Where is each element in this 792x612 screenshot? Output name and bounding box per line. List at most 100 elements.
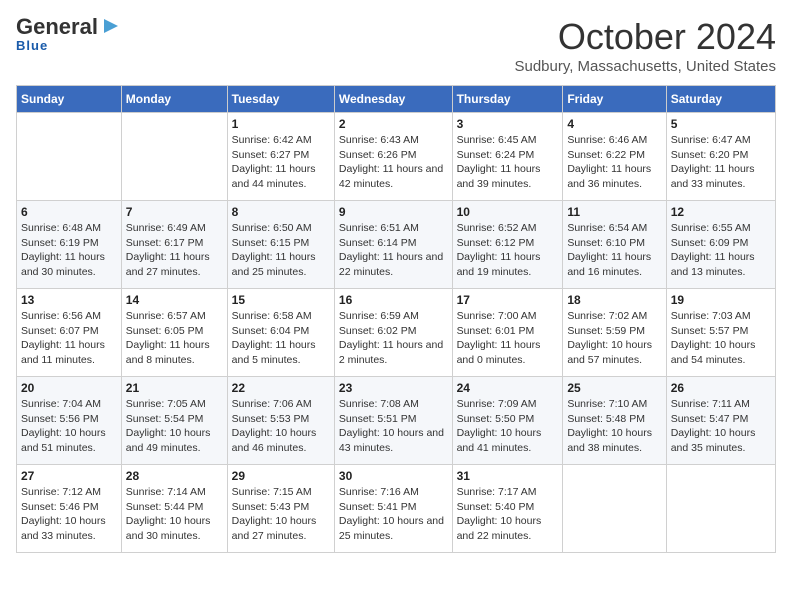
day-number: 20: [21, 381, 117, 395]
day-number: 9: [339, 205, 448, 219]
calendar-cell: 15Sunrise: 6:58 AMSunset: 6:04 PMDayligh…: [227, 289, 334, 377]
day-info: Sunrise: 6:57 AMSunset: 6:05 PMDaylight:…: [126, 309, 223, 368]
calendar-week-row: 1 Sunrise: 6:42 AMSunset: 6:27 PMDaylight…: [17, 113, 776, 201]
day-info: Sunrise: 7:03 AMSunset: 5:57 PMDaylight:…: [671, 309, 771, 368]
calendar-cell: 16 Sunrise: 6:59 AMSunset: 6:02 PMDayligh…: [334, 289, 452, 377]
day-number: 16: [339, 293, 448, 307]
day-number: 31: [457, 469, 559, 483]
day-info: Sunrise: 7:16 AMSunset: 5:41 PMDaylight:…: [339, 485, 448, 544]
day-info: Sunrise: 6:52 AMSunset: 6:12 PMDaylight:…: [457, 221, 559, 280]
calendar-cell: 11 Sunrise: 6:54 AMSunset: 6:10 PMDayligh…: [563, 201, 666, 289]
weekday-header-thursday: Thursday: [452, 86, 563, 113]
day-number: 10: [457, 205, 559, 219]
logo-general: General: [16, 16, 98, 38]
day-info: Sunrise: 6:47 AMSunset: 6:20 PMDaylight:…: [671, 133, 771, 192]
day-info: Sunrise: 7:17 AMSunset: 5:40 PMDaylight:…: [457, 485, 559, 544]
calendar-cell: 21 Sunrise: 7:05 AMSunset: 5:54 PMDayligh…: [121, 377, 227, 465]
day-info: Sunrise: 7:05 AMSunset: 5:54 PMDaylight:…: [126, 397, 223, 456]
day-info: Sunrise: 6:48 AMSunset: 6:19 PMDaylight:…: [21, 221, 117, 280]
day-number: 8: [232, 205, 330, 219]
calendar-table: SundayMondayTuesdayWednesdayThursdayFrid…: [16, 85, 776, 553]
calendar-cell: 9 Sunrise: 6:51 AMSunset: 6:14 PMDaylight…: [334, 201, 452, 289]
calendar-cell: 6 Sunrise: 6:48 AMSunset: 6:19 PMDaylight…: [17, 201, 122, 289]
calendar-cell: 12Sunrise: 6:55 AMSunset: 6:09 PMDayligh…: [666, 201, 775, 289]
calendar-cell: 18 Sunrise: 7:02 AMSunset: 5:59 PMDayligh…: [563, 289, 666, 377]
calendar-cell: 31 Sunrise: 7:17 AMSunset: 5:40 PMDayligh…: [452, 465, 563, 553]
calendar-cell: 17 Sunrise: 7:00 AMSunset: 6:01 PMDayligh…: [452, 289, 563, 377]
header: General Blue October 2024 Sudbury, Massa…: [16, 16, 776, 75]
weekday-header-friday: Friday: [563, 86, 666, 113]
day-number: 22: [232, 381, 330, 395]
calendar-week-row: 6 Sunrise: 6:48 AMSunset: 6:19 PMDaylight…: [17, 201, 776, 289]
day-info: Sunrise: 7:02 AMSunset: 5:59 PMDaylight:…: [567, 309, 661, 368]
calendar-cell: 7 Sunrise: 6:49 AMSunset: 6:17 PMDaylight…: [121, 201, 227, 289]
calendar-cell: [121, 113, 227, 201]
day-info: Sunrise: 6:59 AMSunset: 6:02 PMDaylight:…: [339, 309, 448, 368]
weekday-header-wednesday: Wednesday: [334, 86, 452, 113]
day-info: Sunrise: 7:00 AMSunset: 6:01 PMDaylight:…: [457, 309, 559, 368]
day-number: 19: [671, 293, 771, 307]
day-info: Sunrise: 6:55 AMSunset: 6:09 PMDaylight:…: [671, 221, 771, 280]
day-info: Sunrise: 6:58 AMSunset: 6:04 PMDaylight:…: [232, 309, 330, 368]
day-info: Sunrise: 6:50 AMSunset: 6:15 PMDaylight:…: [232, 221, 330, 280]
calendar-cell: 30 Sunrise: 7:16 AMSunset: 5:41 PMDayligh…: [334, 465, 452, 553]
day-info: Sunrise: 6:56 AMSunset: 6:07 PMDaylight:…: [21, 309, 117, 368]
calendar-week-row: 20Sunrise: 7:04 AMSunset: 5:56 PMDayligh…: [17, 377, 776, 465]
day-number: 4: [567, 117, 661, 131]
calendar-cell: 8 Sunrise: 6:50 AMSunset: 6:15 PMDaylight…: [227, 201, 334, 289]
calendar-cell: 2Sunrise: 6:43 AMSunset: 6:26 PMDaylight…: [334, 113, 452, 201]
day-number: 17: [457, 293, 559, 307]
day-number: 30: [339, 469, 448, 483]
weekday-header-tuesday: Tuesday: [227, 86, 334, 113]
title-area: October 2024 Sudbury, Massachusetts, Uni…: [514, 16, 776, 75]
day-number: 1: [232, 117, 330, 131]
day-number: 2: [339, 117, 448, 131]
day-number: 23: [339, 381, 448, 395]
day-info: Sunrise: 7:15 AMSunset: 5:43 PMDaylight:…: [232, 485, 330, 544]
calendar-cell: 25Sunrise: 7:10 AMSunset: 5:48 PMDayligh…: [563, 377, 666, 465]
calendar-cell: [666, 465, 775, 553]
day-info: Sunrise: 6:51 AMSunset: 6:14 PMDaylight:…: [339, 221, 448, 280]
day-info: Sunrise: 6:54 AMSunset: 6:10 PMDaylight:…: [567, 221, 661, 280]
day-number: 11: [567, 205, 661, 219]
logo-area: General Blue: [16, 16, 122, 53]
calendar-cell: 13 Sunrise: 6:56 AMSunset: 6:07 PMDayligh…: [17, 289, 122, 377]
day-info: Sunrise: 7:14 AMSunset: 5:44 PMDaylight:…: [126, 485, 223, 544]
day-info: Sunrise: 6:49 AMSunset: 6:17 PMDaylight:…: [126, 221, 223, 280]
calendar-cell: 23 Sunrise: 7:08 AMSunset: 5:51 PMDayligh…: [334, 377, 452, 465]
calendar-cell: 19 Sunrise: 7:03 AMSunset: 5:57 PMDayligh…: [666, 289, 775, 377]
calendar-cell: 27Sunrise: 7:12 AMSunset: 5:46 PMDayligh…: [17, 465, 122, 553]
calendar-cell: 29 Sunrise: 7:15 AMSunset: 5:43 PMDayligh…: [227, 465, 334, 553]
calendar-cell: 22 Sunrise: 7:06 AMSunset: 5:53 PMDayligh…: [227, 377, 334, 465]
day-info: Sunrise: 7:08 AMSunset: 5:51 PMDaylight:…: [339, 397, 448, 456]
subtitle: Sudbury, Massachusetts, United States: [514, 58, 776, 75]
day-number: 6: [21, 205, 117, 219]
day-info: Sunrise: 7:09 AMSunset: 5:50 PMDaylight:…: [457, 397, 559, 456]
day-info: Sunrise: 7:06 AMSunset: 5:53 PMDaylight:…: [232, 397, 330, 456]
weekday-header-sunday: Sunday: [17, 86, 122, 113]
calendar-cell: 26Sunrise: 7:11 AMSunset: 5:47 PMDayligh…: [666, 377, 775, 465]
day-number: 13: [21, 293, 117, 307]
calendar-cell: 28Sunrise: 7:14 AMSunset: 5:44 PMDayligh…: [121, 465, 227, 553]
calendar-cell: 4 Sunrise: 6:46 AMSunset: 6:22 PMDaylight…: [563, 113, 666, 201]
calendar-week-row: 13 Sunrise: 6:56 AMSunset: 6:07 PMDayligh…: [17, 289, 776, 377]
calendar-cell: 24 Sunrise: 7:09 AMSunset: 5:50 PMDayligh…: [452, 377, 563, 465]
calendar-cell: 5Sunrise: 6:47 AMSunset: 6:20 PMDaylight…: [666, 113, 775, 201]
day-number: 26: [671, 381, 771, 395]
day-number: 21: [126, 381, 223, 395]
day-number: 29: [232, 469, 330, 483]
calendar-cell: 3Sunrise: 6:45 AMSunset: 6:24 PMDaylight…: [452, 113, 563, 201]
logo-blue: Blue: [16, 38, 48, 53]
day-number: 18: [567, 293, 661, 307]
calendar-cell: 1 Sunrise: 6:42 AMSunset: 6:27 PMDaylight…: [227, 113, 334, 201]
day-number: 24: [457, 381, 559, 395]
weekday-header-row: SundayMondayTuesdayWednesdayThursdayFrid…: [17, 86, 776, 113]
weekday-header-saturday: Saturday: [666, 86, 775, 113]
day-info: Sunrise: 7:12 AMSunset: 5:46 PMDaylight:…: [21, 485, 117, 544]
day-number: 3: [457, 117, 559, 131]
day-info: Sunrise: 6:46 AMSunset: 6:22 PMDaylight:…: [567, 133, 661, 192]
calendar-cell: [563, 465, 666, 553]
day-number: 7: [126, 205, 223, 219]
logo-arrow-icon: [100, 15, 122, 37]
day-info: Sunrise: 6:42 AMSunset: 6:27 PMDaylight:…: [232, 133, 330, 192]
